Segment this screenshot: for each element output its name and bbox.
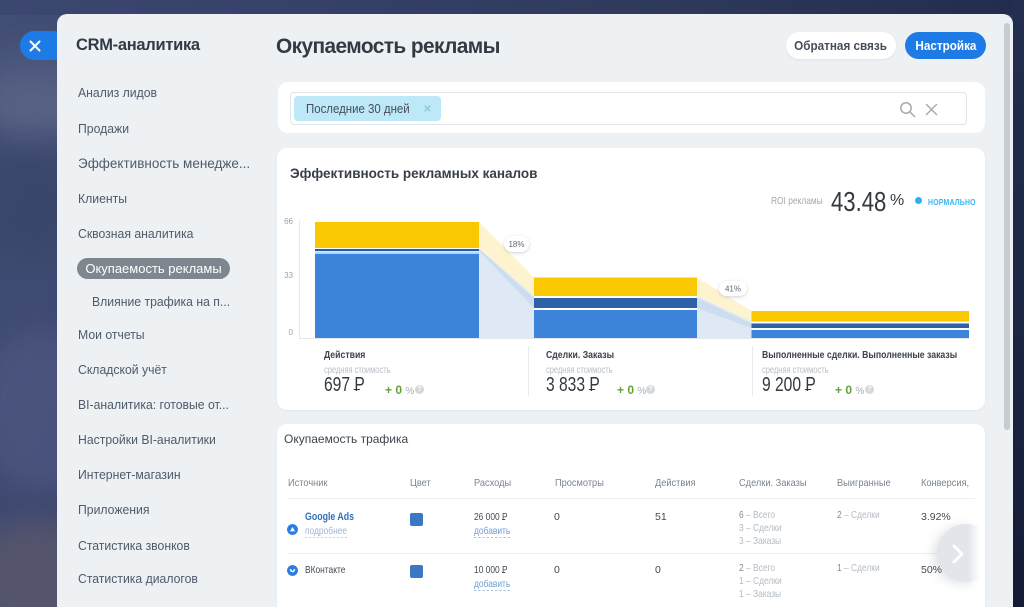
svg-text:33: 33 bbox=[284, 271, 293, 280]
svg-text:18%: 18% bbox=[508, 240, 524, 249]
svg-text:0: 0 bbox=[289, 328, 294, 337]
svg-text:41%: 41% bbox=[725, 285, 741, 294]
svg-text:66: 66 bbox=[284, 217, 293, 226]
